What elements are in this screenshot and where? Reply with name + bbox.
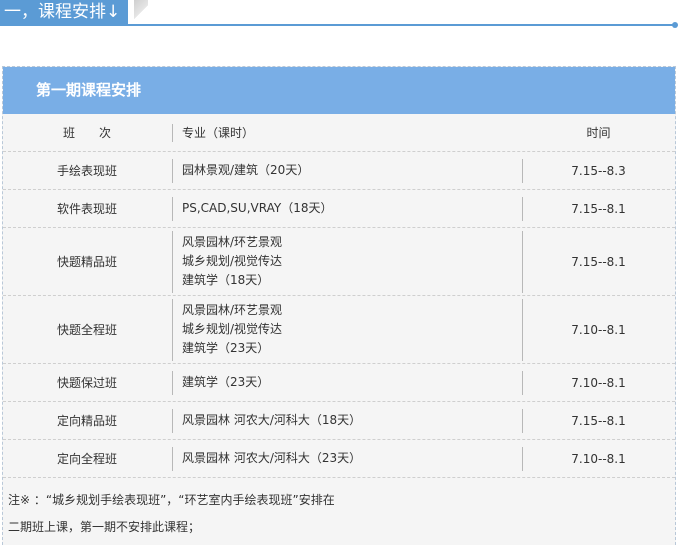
major-line: 风景园林 河农大/河科大（23天） <box>182 451 362 465</box>
note-line-2: 二期班上课，第一期不安排此课程； <box>8 520 201 534</box>
time-cell: 7.10--8.1 <box>522 440 675 477</box>
major-line: 城乡规划/视觉传达 <box>182 254 283 268</box>
section-title-flag <box>134 0 148 24</box>
table-row: 快题保过班 建筑学（23天） 7.10--8.1 <box>3 364 675 402</box>
class-name-cell: 软件表现班 <box>3 190 171 227</box>
header-major-label: 专业（课时） <box>182 126 255 140</box>
class-name: 定向精品班 <box>56 414 117 428</box>
section-title: 一，课程安排↓ <box>0 0 129 24</box>
class-name: 快题全程班 <box>56 323 117 337</box>
header-time-label: 时间 <box>586 126 611 140</box>
column-separator <box>522 371 523 395</box>
column-separator <box>172 197 173 221</box>
table-row: 定向全程班 风景园林 河农大/河科大（23天） 7.10--8.1 <box>3 440 675 478</box>
class-name-cell: 定向全程班 <box>3 440 171 477</box>
time-cell: 7.15--8.3 <box>522 152 675 189</box>
column-separator <box>522 231 523 293</box>
time-value: 7.15--8.1 <box>571 201 626 216</box>
table-header-row: 班 次 专业（课时） 时间 <box>3 114 675 152</box>
class-name: 快题保过班 <box>56 376 117 390</box>
note-line-1: 注※ ：“城乡规划手绘表现班”，“环艺室内手绘表现班”安排在 <box>8 493 335 507</box>
column-separator <box>172 299 173 361</box>
header-time: 时间 <box>522 114 675 151</box>
column-separator <box>172 159 173 183</box>
table-row: 快题全程班 风景园林/环艺景观 城乡规划/视觉传达 建筑学（23天） 7.10--8.1 <box>3 296 675 364</box>
table-row: 软件表现班 PS,CAD,SU,VRAY（18天） 7.15--8.1 <box>3 190 675 228</box>
section-divider <box>0 24 676 26</box>
major-cell: 园林景观/建筑（20天） <box>171 152 522 189</box>
time-value: 7.15--8.1 <box>571 254 626 269</box>
section-header: 一，课程安排↓ <box>0 0 680 30</box>
time-cell: 7.15--8.1 <box>522 228 675 295</box>
column-separator <box>172 409 173 433</box>
class-name-cell: 快题全程班 <box>3 296 171 363</box>
major-line: 建筑学（23天） <box>182 375 270 389</box>
time-value: 7.15--8.3 <box>571 163 626 178</box>
major-line: 风景园林 河农大/河科大（18天） <box>182 413 362 427</box>
major-line: 园林景观/建筑（20天） <box>182 163 310 177</box>
column-separator <box>172 447 173 471</box>
column-separator <box>172 124 173 142</box>
major-cell: 风景园林/环艺景观 城乡规划/视觉传达 建筑学（18天） <box>171 228 522 295</box>
major-line: 风景园林/环艺景观 <box>182 303 283 317</box>
major-cell: 建筑学（23天） <box>171 364 522 401</box>
column-separator <box>522 159 523 183</box>
major-line: 城乡规划/视觉传达 <box>182 322 283 336</box>
class-name: 软件表现班 <box>56 202 117 216</box>
class-name-cell: 快题精品班 <box>3 228 171 295</box>
table-row: 定向精品班 风景园林 河农大/河科大（18天） 7.15--8.1 <box>3 402 675 440</box>
header-major: 专业（课时） <box>171 114 522 151</box>
header-class: 班 次 <box>3 114 171 151</box>
time-value: 7.10--8.1 <box>571 451 626 466</box>
major-cell: 风景园林 河农大/河科大（23天） <box>171 440 522 477</box>
header-class-label: 班 次 <box>62 126 111 140</box>
column-separator <box>522 409 523 433</box>
table-row: 快题精品班 风景园林/环艺景观 城乡规划/视觉传达 建筑学（18天） 7.15--8.1 <box>3 228 675 296</box>
column-separator <box>172 371 173 395</box>
time-value: 7.15--8.1 <box>571 413 626 428</box>
time-value: 7.10--8.1 <box>571 322 626 337</box>
major-cell: 风景园林/环艺景观 城乡规划/视觉传达 建筑学（23天） <box>171 296 522 363</box>
column-separator <box>172 231 173 293</box>
major-line: 建筑学（18天） <box>182 273 270 287</box>
class-name: 定向全程班 <box>56 452 117 466</box>
class-name: 手绘表现班 <box>56 164 117 178</box>
course-schedule-card: 第一期课程安排 班 次 专业（课时） 时间手绘表现班 园林景观/建筑（20天） 7.15… <box>2 66 676 545</box>
time-cell: 7.10--8.1 <box>522 296 675 363</box>
major-cell: PS,CAD,SU,VRAY（18天） <box>171 190 522 227</box>
major-line: 建筑学（23天） <box>182 341 270 355</box>
column-separator <box>522 447 523 471</box>
class-name-cell: 快题保过班 <box>3 364 171 401</box>
class-name-cell: 手绘表现班 <box>3 152 171 189</box>
major-cell: 风景园林 河农大/河科大（18天） <box>171 402 522 439</box>
class-name-cell: 定向精品班 <box>3 402 171 439</box>
table-row: 手绘表现班 园林景观/建筑（20天） 7.15--8.3 <box>3 152 675 190</box>
major-line: PS,CAD,SU,VRAY（18天） <box>182 201 333 215</box>
column-separator <box>522 197 523 221</box>
divider-end-dot <box>672 22 678 28</box>
time-cell: 7.15--8.1 <box>522 190 675 227</box>
schedule-table: 班 次 专业（课时） 时间手绘表现班 园林景观/建筑（20天） 7.15--8.3 软件表… <box>3 114 675 478</box>
major-line: 风景园林/环艺景观 <box>182 235 283 249</box>
card-title: 第一期课程安排 <box>3 67 675 114</box>
class-name: 快题精品班 <box>56 255 117 269</box>
time-cell: 7.10--8.1 <box>522 364 675 401</box>
column-separator <box>522 299 523 361</box>
time-cell: 7.15--8.1 <box>522 402 675 439</box>
time-value: 7.10--8.1 <box>571 375 626 390</box>
